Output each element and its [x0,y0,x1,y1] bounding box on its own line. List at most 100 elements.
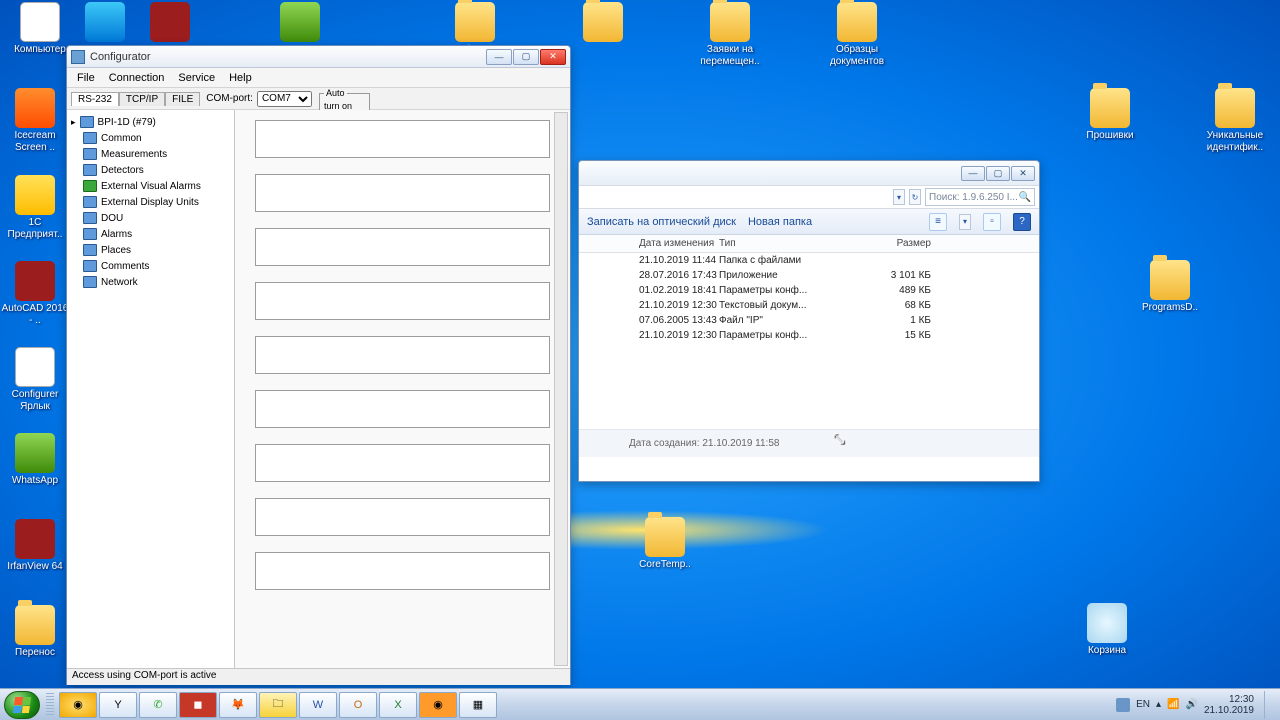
refresh-button[interactable]: ↻ [909,189,921,205]
desktop-icon[interactable] [568,2,638,44]
desktop-icon[interactable]: Компьютер [5,2,75,56]
tb-firefox[interactable]: 🦊 [219,692,257,718]
clock[interactable]: 12:30 21.10.2019 [1204,694,1254,716]
tree-item-label: External Display Units [101,197,199,208]
explorer-minimize[interactable]: — [961,166,985,181]
icon-image [710,2,750,42]
lang-indicator[interactable]: EN [1136,699,1150,710]
cmd-newfolder[interactable]: Новая папка [748,216,812,228]
start-button[interactable] [4,691,40,719]
tree-item[interactable]: Alarms [69,226,232,242]
desktop-icon[interactable]: Icecream Screen .. [0,88,70,154]
tb-chrome[interactable]: ◉ [59,692,97,718]
device-tree[interactable]: ▸ BPI-1D (#79) Common Measurements Detecto… [67,110,235,668]
desktop-icon[interactable] [265,2,335,44]
tab-tcpip[interactable]: TCP/IP [119,92,165,106]
desktop-icon[interactable]: IrfanView 64 [0,519,70,573]
com-select[interactable]: COM7 [257,91,312,107]
list-header[interactable]: Дата изменения Тип Размер [579,235,1039,253]
desktop-icon[interactable]: 1С Предприят.. [0,175,70,241]
help-button[interactable]: ? [1013,213,1031,231]
menu-connection[interactable]: Connection [103,70,171,86]
tb-app2[interactable]: ◉ [419,692,457,718]
desktop-icon[interactable] [135,2,205,44]
desktop-icon[interactable]: Прошивки [1075,88,1145,142]
tb-outlook[interactable]: O [339,692,377,718]
search-box[interactable]: Поиск: 1.9.6.250 I... 🔍 [925,188,1035,206]
menu-service[interactable]: Service [172,70,221,86]
desktop-icon[interactable]: Уникальные идентифик.. [1200,88,1270,154]
com-label: COM-port: [206,93,253,104]
preview-button[interactable]: ▫ [983,213,1001,231]
tree-item[interactable]: Places [69,242,232,258]
col-date[interactable]: Дата изменения [579,238,719,249]
scrollbar[interactable] [554,112,568,666]
tab-rs232[interactable]: RS-232 [71,92,119,106]
desktop-icon[interactable]: WhatsApp [0,433,70,487]
tree-item[interactable]: Measurements [69,146,232,162]
col-type[interactable]: Тип [719,238,869,249]
taskbar: ◉ Y ✆ ◼ 🦊 🗀 W O X ◉ ▦ EN ▴ 📶 🔊 12:30 21.… [0,688,1280,720]
tb-whatsapp[interactable]: ✆ [139,692,177,718]
explorer-close[interactable]: ✕ [1011,166,1035,181]
desktop-icon[interactable]: Заявки на перемещен.. [695,2,765,68]
tree-item[interactable]: External Visual Alarms [69,178,232,194]
tree-item[interactable]: External Display Units [69,194,232,210]
desktop-icon[interactable]: ProgramsD.. [1135,260,1205,314]
file-list[interactable]: Дата изменения Тип Размер 21.10.2019 11:… [579,235,1039,429]
tree-item-icon [83,260,97,272]
address-dropdown[interactable]: ▾ [893,189,905,205]
menu-file[interactable]: File [71,70,101,86]
tray-flag-icon[interactable]: ▴ [1156,699,1161,710]
show-desktop[interactable] [1264,691,1272,719]
file-row[interactable]: 21.10.2019 11:44Папка с файлами [579,253,1039,268]
cell-date: 21.10.2019 12:30 [579,300,719,311]
minimize-button[interactable]: — [486,49,512,65]
tray-icon[interactable] [1116,698,1130,712]
menu-help[interactable]: Help [223,70,258,86]
tab-file[interactable]: FILE [165,92,200,106]
tree-item-label: Measurements [101,149,167,160]
tb-app1[interactable]: ◼ [179,692,217,718]
tree-item[interactable]: Network [69,274,232,290]
desktop-icon[interactable]: Configurer Ярлык [0,347,70,413]
network-icon[interactable]: 📶 [1167,699,1179,710]
file-row[interactable]: 01.02.2019 18:41Параметры конф...489 КБ [579,283,1039,298]
desktop-icon[interactable]: Корзина [1072,603,1142,657]
icon-image [1087,603,1127,643]
tree-item[interactable]: Common [69,130,232,146]
desktop-icon[interactable] [70,2,140,44]
file-row[interactable]: 07.06.2005 13:43Файл "IP"1 КБ [579,313,1039,328]
file-row[interactable]: 28.07.2016 17:43Приложение3 101 КБ [579,268,1039,283]
system-tray[interactable]: EN ▴ 📶 🔊 12:30 21.10.2019 [1112,691,1276,719]
maximize-button[interactable]: ▢ [513,49,539,65]
explorer-titlebar[interactable]: — ▢ ✕ [579,161,1039,185]
tree-item[interactable]: Detectors [69,162,232,178]
cmd-burn[interactable]: Записать на оптический диск [587,216,736,228]
search-icon[interactable]: 🔍 [1019,192,1031,203]
tb-yandex[interactable]: Y [99,692,137,718]
col-size[interactable]: Размер [869,238,949,249]
icon-label: Заявки на перемещен.. [695,44,765,68]
icon-label: Корзина [1072,645,1142,657]
file-row[interactable]: 21.10.2019 12:30Текстовый докум...68 КБ [579,298,1039,313]
desktop-icon[interactable]: Образцы документов [822,2,892,68]
tree-item[interactable]: DOU [69,210,232,226]
view-dropdown[interactable]: ▾ [959,214,971,230]
tree-item-icon [83,132,97,144]
configurator-titlebar[interactable]: Configurator — ▢ ✕ [67,46,570,68]
close-button[interactable]: ✕ [540,49,566,65]
desktop-icon[interactable]: AutoCAD 2016 - .. [0,261,70,327]
tree-root[interactable]: ▸ BPI-1D (#79) [69,114,232,130]
explorer-maximize[interactable]: ▢ [986,166,1010,181]
tree-item[interactable]: Comments [69,258,232,274]
view-button[interactable]: ≡ [929,213,947,231]
tb-explorer[interactable]: 🗀 [259,692,297,718]
file-row[interactable]: 21.10.2019 12:30Параметры конф...15 КБ [579,328,1039,343]
tb-word[interactable]: W [299,692,337,718]
desktop-icon[interactable]: CoreTemp.. [630,517,700,571]
tb-excel[interactable]: X [379,692,417,718]
volume-icon[interactable]: 🔊 [1185,699,1197,710]
tb-configurator[interactable]: ▦ [459,692,497,718]
desktop-icon[interactable]: Перенос [0,605,70,659]
